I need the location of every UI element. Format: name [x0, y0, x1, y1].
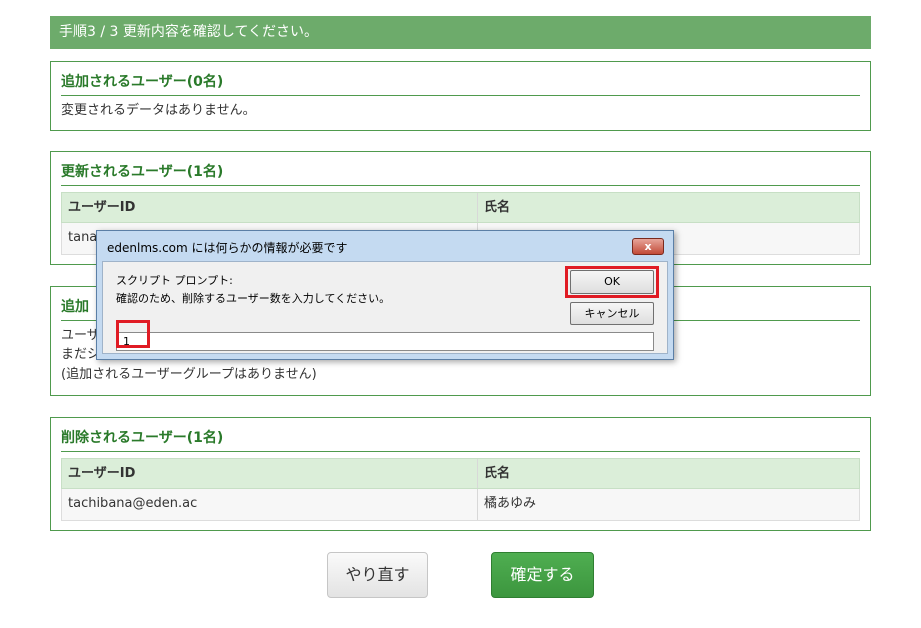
confirm-button[interactable]: 確定する	[491, 552, 594, 598]
cell-name: 橘あゆみ	[484, 496, 537, 511]
dialog-body: スクリプト プロンプト: 確認のため、削除するユーザー数を入力してください。 O…	[102, 261, 668, 354]
column-header-user-id: ユーザーID	[62, 459, 478, 488]
deleted-users-table: ユーザーID 氏名 tachibana@eden.ac 橘あゆみ	[61, 458, 860, 521]
deleted-users-title: 削除されるユーザー(1名)	[61, 428, 860, 452]
added-users-panel: 追加されるユーザー(0名) 変更されるデータはありません。	[50, 61, 871, 131]
column-header-name: 氏名	[484, 466, 511, 481]
prompt-message: 確認のため、削除するユーザー数を入力してください。	[116, 292, 391, 305]
cell-user-id: tachibana@eden.ac	[62, 489, 478, 520]
cancel-button[interactable]: キャンセル	[570, 302, 654, 325]
input-highlight-box	[116, 320, 150, 348]
close-icon: x	[644, 240, 652, 253]
table-header-row: ユーザーID 氏名	[61, 192, 860, 223]
deleted-users-panel: 削除されるユーザー(1名) ユーザーID 氏名 tachibana@eden.a…	[50, 417, 871, 531]
column-header-name: 氏名	[484, 200, 511, 215]
updated-users-title: 更新されるユーザー(1名)	[61, 162, 860, 186]
script-prompt-dialog: edenlms.com には何らかの情報が必要です x スクリプト プロンプト:…	[96, 230, 674, 360]
table-header-row: ユーザーID 氏名	[61, 458, 860, 489]
prompt-input[interactable]	[116, 332, 654, 351]
column-header-user-id: ユーザーID	[62, 193, 478, 222]
added-groups-line2: まだシ	[61, 347, 101, 362]
ok-highlight-box	[565, 266, 659, 298]
close-button[interactable]: x	[632, 238, 664, 255]
added-groups-line1: ユーザ	[61, 328, 100, 343]
prompt-label: スクリプト プロンプト:	[116, 274, 233, 287]
redo-button[interactable]: やり直す	[327, 552, 428, 598]
step-header: 手順3 / 3 更新内容を確認してください。	[50, 16, 871, 49]
added-users-title: 追加されるユーザー(0名)	[61, 72, 860, 96]
dialog-title: edenlms.com には何らかの情報が必要です	[107, 241, 348, 255]
added-users-message: 変更されるデータはありません。	[61, 103, 256, 118]
table-row: tachibana@eden.ac 橘あゆみ	[61, 489, 860, 521]
added-groups-message: (追加されるユーザーグループはありません)	[61, 367, 317, 382]
